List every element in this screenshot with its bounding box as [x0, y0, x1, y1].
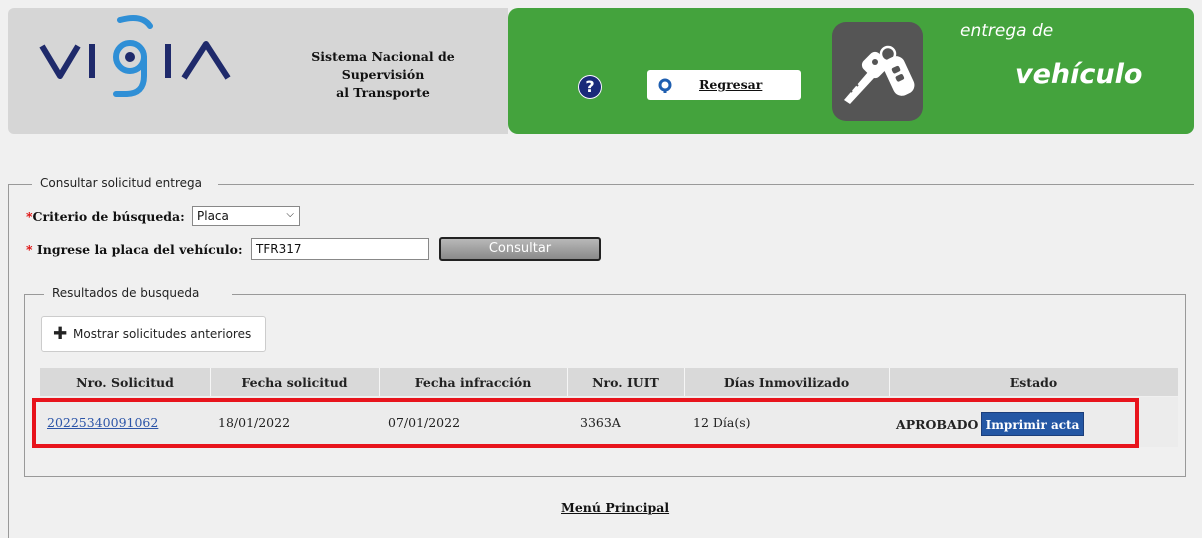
plate-label-wrap: * Ingrese la placa del vehículo:: [26, 242, 243, 257]
help-icon[interactable]: ?: [578, 75, 602, 99]
results-fieldset-border: [232, 294, 1186, 295]
required-mark: *: [26, 242, 33, 257]
column-header-solicitud: Nro. Solicitud: [76, 375, 174, 390]
column-header-iuit: Nro. IUIT: [592, 375, 659, 390]
show-previous-label: Mostrar solicitudes anteriores: [73, 327, 252, 341]
highlight-box: [32, 398, 1139, 448]
criteria-select[interactable]: Placa ⌵: [192, 206, 300, 226]
consult-button[interactable]: Consultar: [439, 237, 601, 261]
back-link[interactable]: Regresar: [699, 77, 762, 92]
column-header-estado: Estado: [1009, 375, 1058, 390]
service-title-small: entrega de: [960, 21, 1054, 41]
system-title-line2: Supervisión: [341, 67, 425, 82]
vigia-logo: [38, 14, 258, 100]
chevron-down-icon: ⌵: [286, 209, 294, 220]
car-keys-icon: [838, 38, 918, 112]
criteria-label-wrap: *Criterio de búsqueda:: [26, 209, 185, 224]
vigia-logo-image: [39, 15, 231, 97]
plate-label: Ingrese la placa del vehículo:: [36, 242, 243, 257]
criteria-label: Criterio de búsqueda:: [32, 209, 185, 224]
fieldset-border: [8, 184, 32, 185]
search-legend: Consultar solicitud entrega: [36, 176, 206, 190]
system-title-line1: Sistema Nacional de: [311, 49, 455, 64]
results-fieldset-border: [1185, 294, 1186, 476]
plus-icon: ✚: [53, 324, 68, 344]
column-header-fecha-solicitud: Fecha solicitud: [241, 375, 348, 390]
system-title-line3: al Transporte: [336, 85, 430, 100]
results-fieldset-border: [24, 476, 1186, 477]
fieldset-border: [8, 184, 9, 538]
results-legend: Resultados de busqueda: [48, 286, 204, 300]
table-header: Nro. Solicitud Fecha solicitud Fecha inf…: [40, 368, 1178, 396]
fieldset-border: [218, 184, 1194, 185]
criteria-select-value: Placa: [197, 209, 229, 223]
system-title: Sistema Nacional de Supervisión al Trans…: [298, 48, 468, 102]
results-fieldset-border: [24, 294, 25, 476]
column-header-dias: Días Inmovilizado: [723, 375, 850, 390]
results-fieldset-border: [24, 294, 44, 295]
main-menu-link[interactable]: Menú Principal: [561, 500, 669, 515]
service-title-big: vehículo: [1015, 59, 1143, 90]
show-previous-button[interactable]: ✚ Mostrar solicitudes anteriores: [41, 316, 266, 352]
column-header-fecha-infraccion: Fecha infracción: [414, 375, 532, 390]
back-icon[interactable]: [656, 76, 674, 94]
plate-input[interactable]: TFR317: [251, 238, 429, 260]
